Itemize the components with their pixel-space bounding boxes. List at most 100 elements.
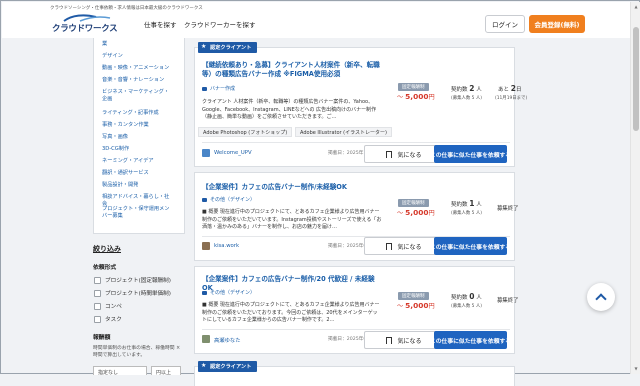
divider [202, 329, 510, 330]
bookmark-icon [386, 336, 393, 344]
skill-tag[interactable]: Adobe Photoshop (フォトショップ) [198, 127, 293, 137]
checkbox[interactable] [94, 276, 101, 284]
category-item[interactable]: 写真・画像 [102, 134, 174, 141]
price-type-label: 固定報酬制 [398, 199, 429, 207]
header-tagline: クラウドソーシング・仕事依頼・求人情報は日本最大級のクラウドワークス [50, 6, 203, 11]
badge-label: 認定クライアント [210, 364, 252, 370]
logo-swoosh-icon [63, 14, 111, 22]
filter-compe-checkbox[interactable]: コンペ [94, 302, 122, 310]
price: 〜 5,000円 [397, 208, 435, 217]
category-item[interactable]: 業 [102, 41, 174, 48]
bookmark-label: 気になる [397, 337, 422, 345]
job-card: ★ 認定クライアント 【継続依頼あり・急募】クライアント人材案件（新卒、転職等）… [194, 42, 527, 167]
client-avatar[interactable] [202, 335, 210, 343]
category-item[interactable]: デザイン [102, 53, 174, 60]
job-category-label: バナー作成 [210, 86, 236, 92]
price-prefix: 〜 [397, 210, 404, 217]
category-item[interactable]: 動画・映像・アニメーション [102, 65, 174, 72]
job-category[interactable]: その他（デザイン） [202, 196, 255, 203]
folder-icon [202, 86, 207, 91]
job-category-label: その他（デザイン） [210, 197, 256, 203]
category-item[interactable]: 音楽・音響・ナレーション [102, 77, 174, 84]
filter-hourly-checkbox[interactable]: プロジェクト(時間単価制) [94, 289, 171, 297]
contract-value: 2 [469, 84, 475, 93]
price-type-label: 固定報酬制 [398, 292, 429, 300]
price-prefix: 〜 [397, 94, 404, 101]
scroll-down-arrow-icon[interactable]: ▼ [633, 366, 639, 371]
folder-icon [202, 290, 207, 295]
client-avatar[interactable] [202, 242, 210, 250]
request-similar-button[interactable]: この仕事に似た仕事を依頼する [430, 331, 511, 349]
reward-note: 時間単価制のお仕事の場合、稼働時間 × 時間で算出しています。 [93, 346, 181, 358]
contract-value: 0 [469, 292, 475, 301]
filter-fixed-checkbox[interactable]: プロジェクト(固定報酬制) [94, 276, 171, 284]
category-item[interactable]: ネーミング・アイデア [102, 158, 174, 165]
logo-text: クラウドワークス [52, 24, 118, 34]
recruit-count: (募集人数 5 人) [451, 304, 482, 309]
scrollbar-thumb[interactable] [633, 27, 639, 131]
request-format-title: 依頼形式 [93, 265, 117, 271]
category-item[interactable]: 製品設計・開発 [102, 182, 174, 189]
contract-unit: 人 [476, 87, 482, 93]
category-item[interactable]: 3D-CG制作 [102, 146, 174, 153]
client-avatar[interactable] [202, 149, 210, 157]
status-closed: 募集終了 [497, 206, 519, 212]
price-value: 5,000 [405, 301, 429, 310]
reward-title: 報酬額 [93, 335, 111, 341]
chevron-up-icon [595, 293, 607, 305]
checkbox-label: タスク [105, 317, 122, 323]
price-unit: 円 [428, 94, 435, 101]
remain-prefix: あと [498, 87, 510, 93]
job-category[interactable]: その他（デザイン） [202, 289, 255, 296]
nav-find-workers[interactable]: クラウドワーカーを探す [184, 19, 256, 29]
checkbox[interactable] [94, 289, 101, 297]
bookmark-label: 気になる [397, 243, 422, 251]
bookmark-label: 気になる [397, 151, 422, 159]
status-closed: 募集終了 [497, 298, 519, 304]
price-prefix: 〜 [397, 303, 404, 310]
badge-label: 認定クライアント [210, 45, 252, 51]
job-title-link[interactable]: 【企業案件】カフェの広告バナー制作/未経験OK [202, 183, 382, 192]
price-value: 5,000 [405, 92, 429, 101]
job-category[interactable]: バナー作成 [202, 85, 235, 92]
back-to-top-button[interactable] [587, 283, 615, 311]
checkbox[interactable] [94, 302, 101, 310]
skill-tag[interactable]: Adobe Illustrator (イラストレーター) [295, 127, 392, 137]
deadline-date: (11月19日まで) [495, 96, 528, 101]
contract-label: 契約数 [451, 87, 468, 93]
page-scrollbar[interactable]: ▲ ▼ [630, 2, 640, 374]
contract-count: 契約数 0 人 [451, 292, 482, 301]
category-item[interactable]: ビジネス・マーケティング・企画 [102, 89, 174, 103]
category-item[interactable]: 事務・カンタン作業 [102, 122, 174, 129]
register-button[interactable]: 会員登録(無料) [529, 15, 585, 33]
contract-unit: 人 [476, 202, 482, 208]
nav-find-jobs[interactable]: 仕事を探す [144, 19, 177, 29]
request-similar-button[interactable]: この仕事に似た仕事を依頼する [430, 237, 511, 255]
filter-task-checkbox[interactable]: タスク [94, 315, 122, 323]
job-title-link[interactable]: 【継続依頼あり・急募】クライアント人材案件（新卒、転職等）の種類広告バナー作成 … [202, 61, 382, 79]
category-item[interactable]: ライティング・記事作成 [102, 110, 174, 117]
site-header: クラウドソーシング・仕事依頼・求人情報は日本最大級のクラウドワークス クラウドワ… [2, 2, 630, 38]
client-name-link[interactable]: Welcome_UPV [214, 150, 252, 156]
contract-unit: 人 [476, 295, 482, 301]
price-unit: 円 [428, 210, 435, 217]
scroll-up-arrow-icon[interactable]: ▲ [633, 4, 639, 9]
refine-title: 絞り込み [93, 245, 121, 253]
bookmark-icon [386, 150, 393, 158]
login-button[interactable]: ログイン [485, 15, 525, 33]
contract-count: 契約数 2 人 [451, 84, 482, 93]
client-name-link[interactable]: kisa.work [214, 243, 239, 249]
checkbox-label: プロジェクト(固定報酬制) [105, 278, 171, 284]
job-category-label: その他（デザイン） [210, 290, 256, 296]
category-item[interactable]: プロジェクト・保守運用メンバー募集 [102, 206, 174, 220]
contract-count: 契約数 1 人 [451, 199, 482, 208]
site-logo[interactable]: クラウドワークス [50, 14, 128, 34]
request-similar-button[interactable]: この仕事に似た仕事を依頼する [430, 145, 511, 163]
contract-label: 契約数 [451, 202, 468, 208]
checkbox[interactable] [94, 315, 101, 323]
contract-value: 1 [469, 199, 475, 208]
category-item[interactable]: 翻訳・通訳サービス [102, 170, 174, 177]
folder-icon [202, 197, 207, 202]
browser-viewport: クラウドソーシング・仕事依頼・求人情報は日本最大級のクラウドワークス クラウドワ… [0, 0, 640, 386]
client-name-link[interactable]: 高瀬ゆなた [214, 336, 241, 344]
